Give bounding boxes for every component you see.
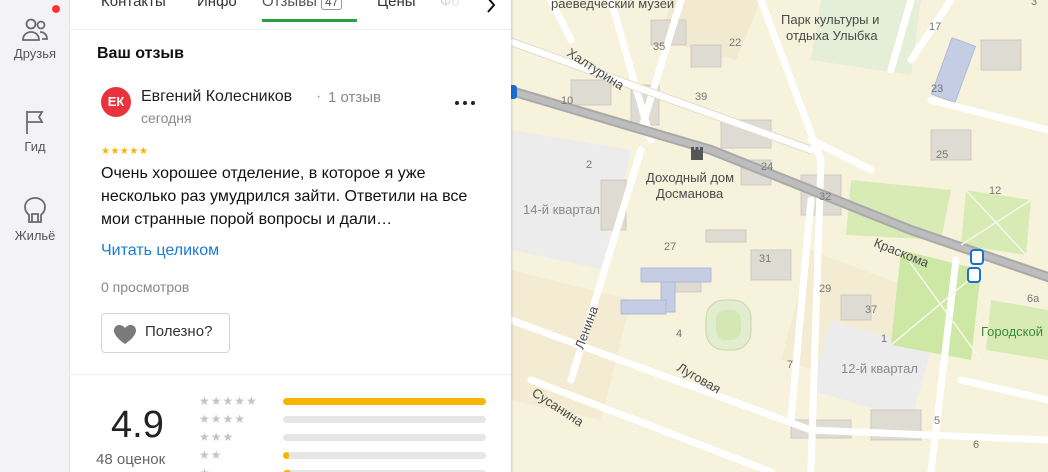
house-number: 7 (787, 359, 793, 371)
map-canvas[interactable]: раеведческий музей Парк культуры и отдых… (511, 0, 1048, 472)
review-date: сегодня (141, 110, 192, 126)
panel-shadow (511, 0, 514, 472)
tab-prices-label: Цены (377, 0, 416, 10)
house-number: 35 (653, 41, 665, 53)
map-label-gorodskoy: Городской (981, 324, 1043, 339)
more-options-button[interactable] (452, 92, 478, 114)
tab-reviews-label: Отзывы (262, 0, 317, 10)
rating-row-stars: ★★★★ (199, 412, 247, 426)
review-stars: ★★★★★ (101, 146, 149, 157)
rating-bar-fill (283, 398, 486, 405)
reviews-count-badge: 47 (320, 0, 343, 10)
tab-prices[interactable]: Цены (377, 0, 416, 29)
map-label-museum: раеведческий музей (551, 0, 674, 11)
rating-row-5: ★★★★★ (71, 394, 511, 410)
active-tab-underline (262, 19, 357, 22)
house-number: 24 (761, 161, 773, 173)
rating-row-stars: ★★ (199, 448, 223, 462)
house-number: 23 (931, 83, 943, 95)
app-root: Друзья Гид Жильё Контакты Инфо Отзывы 47… (0, 0, 1048, 472)
views-count: 0 просмотров (101, 279, 190, 295)
rating-bar-track (283, 434, 486, 441)
rating-summary: 4.9 48 оценок ★★★★★ ★★★★ ★★★ ★★ ★ (71, 374, 511, 472)
side-rail: Друзья Гид Жильё (0, 0, 70, 472)
map-label-dom-2: Досманова (656, 186, 724, 201)
helpful-button[interactable]: Полезно? (101, 313, 230, 353)
house-number: 27 (664, 241, 676, 253)
people-icon (0, 17, 70, 43)
house-number: 10 (561, 95, 573, 107)
map-label-park-2: отдыха Улыбка (786, 28, 878, 43)
org-card-panel: Контакты Инфо Отзывы47 Цены Фо Ваш отзыв… (71, 0, 511, 472)
house-number: 6 (973, 439, 979, 451)
tab-contacts-label: Контакты (101, 0, 166, 10)
house-number: 25 (936, 149, 948, 161)
house-number: 6а (1027, 293, 1040, 305)
house-number: 3 (1031, 0, 1037, 8)
map-label-kvartal14: 14-й квартал (523, 202, 600, 217)
tabs-fade (437, 0, 477, 22)
rating-row-stars: ★★★★★ (199, 394, 258, 408)
house-number: 4 (676, 328, 682, 340)
house-number: 29 (819, 283, 831, 295)
read-more-link[interactable]: Читать целиком (101, 242, 219, 260)
helpful-label: Полезно? (145, 323, 213, 340)
avatar[interactable]: ЕК (101, 87, 131, 117)
rating-bar-track (283, 416, 486, 423)
rail-label-guide: Гид (24, 139, 46, 154)
tab-reviews[interactable]: Отзывы 47 (262, 0, 343, 29)
rail-item-friends[interactable]: Друзья (0, 17, 70, 61)
tab-info[interactable]: Инфо (197, 0, 237, 29)
tab-info-label: Инфо (197, 0, 237, 10)
notification-dot (51, 4, 61, 14)
map-label-park-1: Парк культуры и (781, 12, 879, 27)
author-separator: · (316, 88, 322, 105)
house-number: 17 (929, 21, 941, 33)
house-number: 32 (819, 191, 831, 203)
rail-label-friends: Друзья (13, 46, 57, 61)
rail-label-housing: Жильё (14, 228, 56, 243)
house-number: 1 (881, 333, 887, 345)
rating-bar-fill (283, 452, 290, 459)
house-number: 39 (695, 91, 707, 103)
rating-bar-track (283, 398, 486, 405)
rating-row-4: ★★★★ (71, 412, 511, 428)
flag-icon (0, 108, 70, 136)
tabs-next-button[interactable] (478, 0, 504, 22)
rating-row-3: ★★★ (71, 430, 511, 446)
house-number: 2 (586, 159, 592, 171)
rating-row-stars: ★ (199, 466, 211, 472)
rail-item-housing[interactable]: Жильё (0, 195, 70, 243)
chevron-right-icon (486, 0, 496, 18)
map-label-dom-1: Доходный дом (646, 170, 734, 185)
author-review-count: 1 отзыв (328, 89, 382, 106)
section-title: Ваш отзыв (97, 45, 184, 62)
tab-contacts[interactable]: Контакты (101, 0, 166, 29)
tabs-bar: Контакты Инфо Отзывы47 Цены Фо (71, 0, 511, 30)
map-label-kvartal12: 12-й квартал (841, 361, 918, 376)
map-view[interactable]: раеведческий музей Парк культуры и отдых… (511, 0, 1048, 472)
rating-bar-track (283, 452, 486, 459)
rating-row-1: ★ (71, 466, 511, 472)
house-number: 22 (729, 37, 741, 49)
house-number: 37 (865, 304, 877, 316)
rating-row-stars: ★★★ (199, 430, 235, 444)
house-number: 31 (759, 253, 771, 265)
rating-row-2: ★★ (71, 448, 511, 464)
house-icon (0, 195, 70, 225)
house-number: 5 (934, 415, 940, 427)
rail-item-guide[interactable]: Гид (0, 108, 70, 154)
author-name[interactable]: Евгений Колесников (141, 88, 292, 106)
review-text: Очень хорошее отделение, в которое я уже… (101, 165, 468, 228)
house-number: 12 (989, 185, 1001, 197)
